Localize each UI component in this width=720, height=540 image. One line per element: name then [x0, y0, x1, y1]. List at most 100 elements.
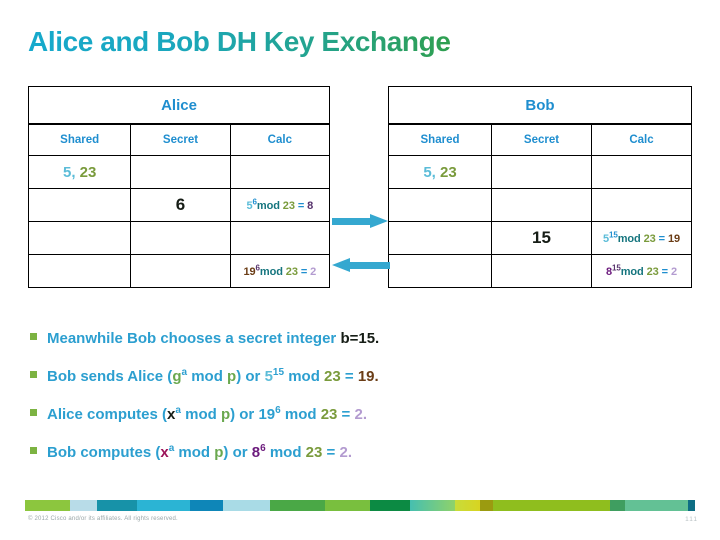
list-item-segment: b=15 [340, 330, 376, 347]
alice-calc1-prime: 23 [282, 200, 295, 213]
list-item-segment: ) or [223, 444, 252, 461]
bob-calc1-equals: = [658, 233, 665, 246]
alice-calc1-equals: = [297, 200, 305, 213]
table-header-row: Alice [28, 86, 330, 125]
table-row: 5, 23 [387, 155, 692, 189]
list-item-segment: = [322, 444, 340, 461]
list-item-segment: ) or [236, 368, 265, 385]
bob-secret-integer: 15 [532, 228, 551, 247]
alice-calc-empty-1 [229, 155, 331, 189]
table-row: 15 515mod 23 = 19 [387, 221, 692, 255]
list-item-segment: . [362, 406, 368, 423]
alice-calc2-equals: = [300, 266, 308, 279]
bullet-square-icon [30, 333, 37, 340]
bob-shared-empty-3 [387, 221, 493, 255]
list-item: Bob sends Alice (ga mod p) or 515 mod 23… [30, 367, 690, 385]
bob-calc1-result: 19 [667, 233, 680, 246]
bob-col-calc: Calc [591, 123, 692, 156]
bob-table-title: Bob [388, 86, 692, 125]
list-item: Meanwhile Bob chooses a secret integer b… [30, 330, 690, 347]
bob-col-shared: Shared [387, 123, 493, 156]
alice-shared-empty-3 [27, 221, 132, 255]
arrow-left-shaft [350, 262, 390, 269]
alice-calc1-result: 8 [307, 200, 314, 213]
alice-col-secret: Secret [130, 123, 231, 156]
bob-table: Bob Shared Secret Calc 5, 23 15 515mod 2… [387, 86, 692, 288]
list-item-segment: mod [187, 368, 228, 385]
alice-table: Alice Shared Secret Calc 5, 23 6 56mod 2… [27, 86, 331, 288]
list-item: Bob computes (xa mod p) or 86 mod 23 = 2… [30, 443, 690, 461]
arrow-left-icon [332, 258, 390, 272]
bob-shared-generator: 5 [423, 163, 432, 181]
alice-shared-separator: , [71, 163, 80, 181]
alice-shared-value: 5, 23 [27, 155, 132, 189]
bob-secret-empty-1 [491, 155, 592, 189]
list-item-segment: x [160, 444, 169, 461]
alice-secret-empty-1 [130, 155, 231, 189]
table-row: 5, 23 [27, 155, 331, 189]
list-item-segment: 19 [357, 368, 375, 385]
list-item-segment: = [340, 368, 358, 385]
list-item-text: Bob computes (xa mod p) or 86 mod 23 = 2… [47, 443, 352, 461]
table-header-row: Bob [388, 86, 692, 125]
list-item-segment: p [227, 368, 237, 385]
alice-calc2-prime: 23 [285, 266, 298, 279]
bob-shared-empty-2 [387, 188, 493, 222]
footer-page-number: 111 [685, 516, 698, 523]
list-item-segment: 19 [258, 406, 276, 423]
list-item-segment: . [374, 368, 379, 385]
alice-secret-integer: 6 [175, 195, 186, 214]
table-row: 815mod 23 = 2 [387, 254, 692, 288]
bob-calc-empty-1 [591, 155, 692, 189]
table-column-header-row: Shared Secret Calc [387, 123, 692, 156]
list-item-segment: mod [280, 406, 321, 423]
alice-secret-empty-3 [130, 221, 231, 255]
footer-copyright: © 2012 Cisco and/or its affiliates. All … [28, 516, 178, 522]
alice-table-title: Alice [28, 86, 330, 125]
bullet-square-icon [30, 409, 37, 416]
arrow-right-shaft [332, 218, 372, 225]
list-item-segment: Bob computes ( [47, 444, 161, 461]
alice-col-shared: Shared [27, 123, 132, 156]
arrow-right-head [370, 214, 388, 228]
alice-calc2-mod: mod [259, 266, 283, 279]
list-item-text: Meanwhile Bob chooses a secret integer b… [47, 330, 379, 347]
list-item-segment: p [220, 406, 231, 423]
bullet-square-icon [30, 447, 37, 454]
arrow-right-icon [332, 214, 388, 228]
list-item-segment: 23 [320, 406, 338, 423]
list-item-segment: mod [284, 368, 325, 385]
bob-shared-value: 5, 23 [387, 155, 493, 189]
list-item-segment: ) or [230, 406, 259, 423]
bob-col-secret: Secret [491, 123, 592, 156]
list-item-segment: 23 [324, 368, 341, 385]
list-item-segment: mod [174, 444, 215, 461]
list-item-segment: Bob sends Alice ( [47, 368, 173, 385]
list-item-text: Alice computes (xa mod p) or 196 mod 23 … [47, 405, 367, 423]
list-item: Alice computes (xa mod p) or 196 mod 23 … [30, 405, 690, 423]
alice-col-calc: Calc [229, 123, 331, 156]
list-item-segment: = [337, 406, 355, 423]
table-row: 6 56mod 23 = 8 [27, 188, 331, 222]
list-item-segment: . [375, 330, 380, 347]
list-item-segment: 5 [264, 368, 273, 385]
page-title: Alice and Bob DH Key Exchange [28, 26, 451, 57]
bob-calc2-equals: = [661, 266, 668, 279]
bullet-list: Meanwhile Bob chooses a secret integer b… [30, 330, 690, 481]
bob-calc2-mod: mod [620, 266, 644, 279]
alice-secret-empty-4 [130, 254, 231, 288]
alice-secret-value: 6 [130, 188, 231, 222]
bullet-square-icon [30, 371, 37, 378]
table-row: 196mod 23 = 2 [27, 254, 331, 288]
list-item-segment: mod [265, 444, 306, 461]
bob-secret-empty-4 [491, 254, 592, 288]
bob-calc1-prime: 23 [643, 233, 656, 246]
list-item-segment: . [347, 444, 352, 461]
list-item-segment: 2 [339, 444, 348, 461]
bob-shared-empty-4 [387, 254, 493, 288]
alice-calc1-mod: mod [256, 200, 280, 213]
table-row [387, 188, 692, 222]
alice-calc-empty-3 [229, 221, 331, 255]
bob-calc2-exponent: 15 [612, 263, 621, 273]
list-item-segment: 2 [354, 406, 363, 423]
